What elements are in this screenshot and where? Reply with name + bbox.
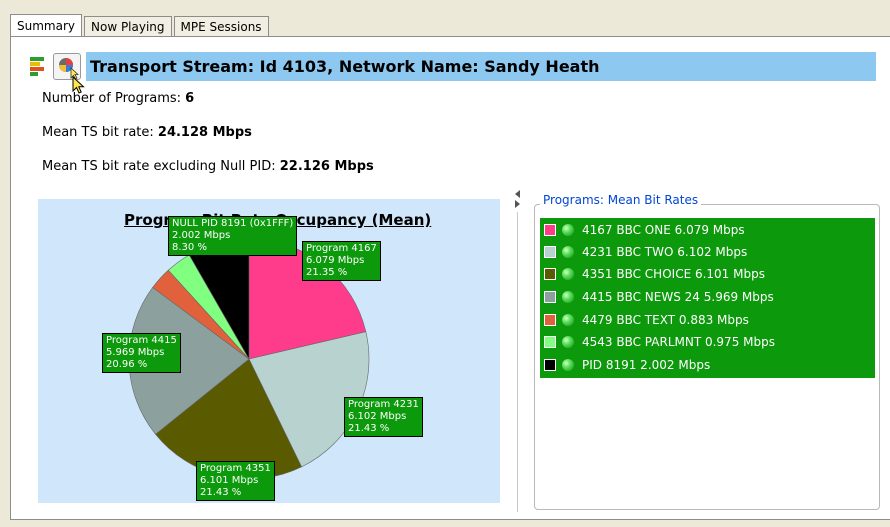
slice-label-program-4415: Program 4415 5.969 Mbps 20.96 % [102,333,181,373]
list-item[interactable]: 4543 BBC PARLMNT 0.975 Mbps [544,331,775,353]
slice-label-line: 6.079 Mbps [306,255,365,266]
programs-group-title: Programs: Mean Bit Rates [540,193,702,207]
status-ball-icon [562,224,574,236]
status-ball-icon [562,359,574,371]
tab-mpe-sessions[interactable]: MPE Sessions [173,16,269,37]
list-item[interactable]: 4231 BBC TWO 6.102 Mbps [544,241,747,263]
mean-bitrate-excl-null-label: Mean TS bit rate excluding Null PID: [42,159,276,174]
programs-count-value: 6 [185,91,195,106]
color-swatch [544,291,556,303]
status-ball-icon [562,246,574,258]
mean-bitrate-excl-null-value: 22.126 Mbps [279,159,374,174]
bar-legend-icon[interactable] [30,57,44,76]
list-item[interactable]: 4351 BBC CHOICE 6.101 Mbps [544,263,765,285]
slice-label-line: 20.96 % [106,359,148,370]
programs-count-label: Number of Programs: [42,91,182,106]
tab-bar: Summary Now Playing MPE Sessions [10,13,271,38]
color-swatch [544,336,556,348]
slice-label-line: 6.101 Mbps [200,475,259,486]
list-item-label: 4231 BBC TWO 6.102 Mbps [582,245,748,259]
slice-label-line: Program 4167 [306,243,377,254]
status-ball-icon [562,268,574,280]
panel-splitter[interactable] [512,188,524,518]
tab-now-playing[interactable]: Now Playing [84,16,172,37]
mean-bitrate: Mean TS bit rate: 24.128 Mbps [42,125,252,140]
color-swatch [544,359,556,371]
mean-bitrate-excl-null: Mean TS bit rate excluding Null PID: 22.… [42,159,374,174]
slice-label-line: Program 4231 [348,399,419,410]
slice-label-line: NULL PID 8191 (0x1FFF) [172,218,294,229]
slice-label-line: 8.30 % [172,242,207,253]
splitter-left-arrow-icon[interactable] [515,190,520,198]
color-swatch [544,268,556,280]
slice-label-line: 21.43 % [348,423,390,434]
list-item[interactable]: 4479 BBC TEXT 0.883 Mbps [544,309,749,331]
page-title: Transport Stream: Id 4103, Network Name:… [90,57,600,76]
slice-label-null-pid: NULL PID 8191 (0x1FFF) 2.002 Mbps 8.30 % [168,216,298,256]
list-item[interactable]: 4415 BBC NEWS 24 5.969 Mbps [544,286,774,308]
list-item-label: 4479 BBC TEXT 0.883 Mbps [582,313,749,327]
mouse-cursor-icon [72,76,85,94]
status-ball-icon [562,314,574,326]
slice-label-line: Program 4415 [106,335,177,346]
status-ball-icon [562,336,574,348]
list-item-label: PID 8191 2.002 Mbps [582,358,711,372]
list-item[interactable]: 4167 BBC ONE 6.079 Mbps [544,219,745,241]
programs-count: Number of Programs: 6 [42,91,194,106]
splitter-right-arrow-icon[interactable] [515,200,520,208]
tab-summary[interactable]: Summary [10,14,82,38]
list-item-label: 4415 BBC NEWS 24 5.969 Mbps [582,290,774,304]
slice-label-line: Program 4351 [200,463,271,474]
slice-label-program-4231: Program 4231 6.102 Mbps 21.43 % [344,397,423,437]
mean-bitrate-label: Mean TS bit rate: [42,125,154,140]
list-item[interactable]: PID 8191 2.002 Mbps [544,354,710,376]
slice-label-line: 5.969 Mbps [106,347,165,358]
pie-chart: Program Bit Rate Occupancy (Mean) Progra… [38,199,500,503]
list-item-label: 4543 BBC PARLMNT 0.975 Mbps [582,335,775,349]
mean-bitrate-value: 24.128 Mbps [157,125,252,140]
color-swatch [544,246,556,258]
slice-label-program-4351: Program 4351 6.101 Mbps 21.43 % [196,461,275,501]
slice-label-line: 21.43 % [200,487,242,498]
slice-label-line: 21.35 % [306,267,348,278]
programs-list: 4167 BBC ONE 6.079 Mbps 4231 BBC TWO 6.1… [540,218,875,378]
slice-label-line: 2.002 Mbps [172,230,231,241]
color-swatch [544,314,556,326]
status-ball-icon [562,291,574,303]
color-swatch [544,224,556,236]
slice-label-program-4167: Program 4167 6.079 Mbps 21.35 % [302,241,381,281]
list-item-label: 4351 BBC CHOICE 6.101 Mbps [582,267,765,281]
slice-label-line: 6.102 Mbps [348,411,407,422]
list-item-label: 4167 BBC ONE 6.079 Mbps [582,223,745,237]
